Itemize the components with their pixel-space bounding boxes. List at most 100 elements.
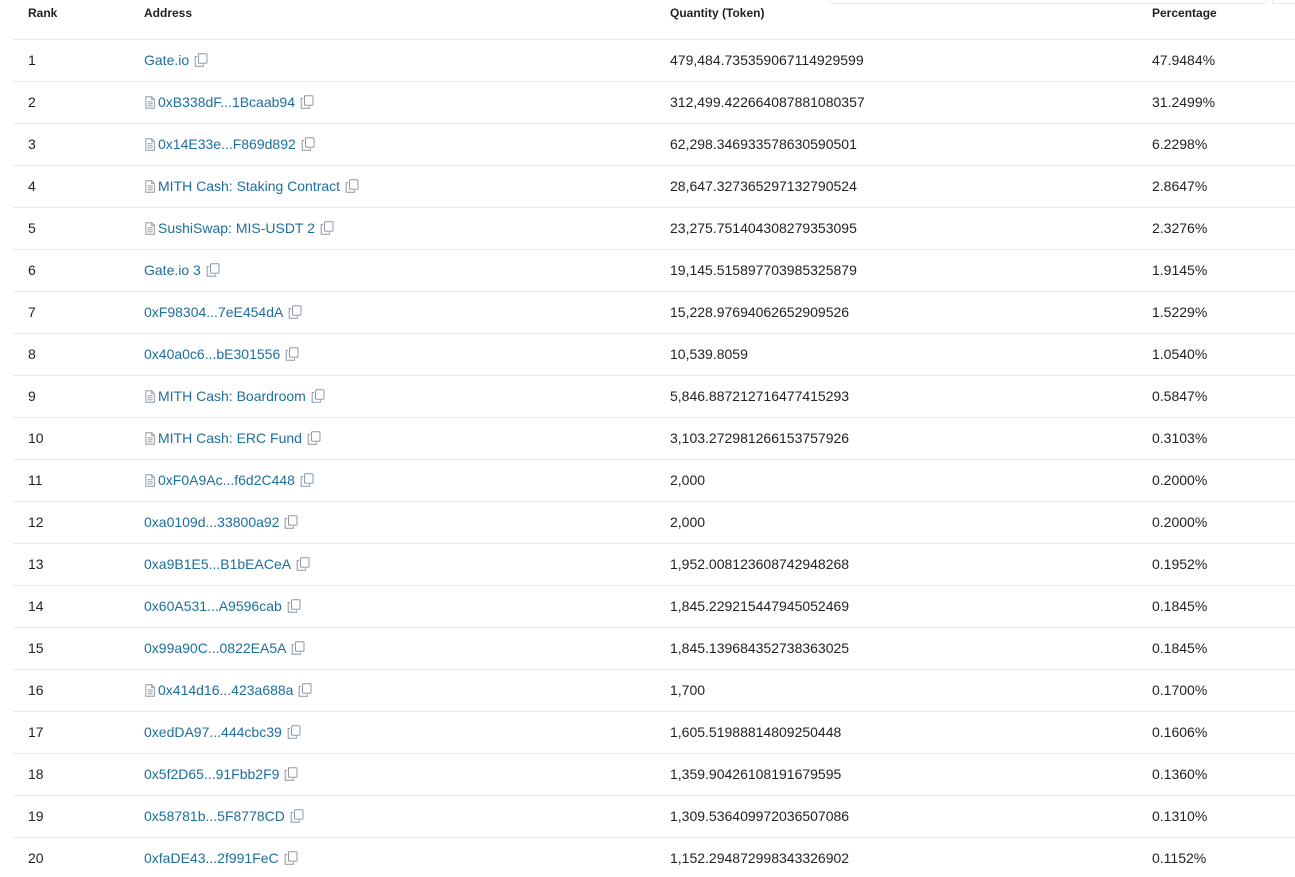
address-cell: 0xa9B1E5...B1bEACeA bbox=[144, 543, 670, 586]
token-holders-page: Rank Address Quantity (Token) Percentage… bbox=[0, 0, 1295, 877]
copy-icon[interactable] bbox=[284, 767, 298, 781]
address-link[interactable]: Gate.io bbox=[144, 52, 189, 68]
address-link[interactable]: 0x58781b...5F8778CD bbox=[144, 808, 285, 824]
contract-file-icon bbox=[144, 432, 156, 445]
address-link[interactable]: 0xF98304...7eE454dA bbox=[144, 304, 283, 320]
contract-file-icon bbox=[144, 684, 156, 697]
address-link[interactable]: 0x414d16...423a688a bbox=[158, 682, 293, 698]
quantity-cell: 15,228.97694062652909526 bbox=[670, 291, 1152, 334]
table-row: 10 MITH Cash: ERC Fund 3,103.2729812661537… bbox=[13, 417, 1295, 460]
percentage-cell: 0.1606% bbox=[1152, 711, 1295, 754]
address-link[interactable]: 0xfaDE43...2f991FeC bbox=[144, 850, 279, 866]
address-link[interactable]: 0xF0A9Ac...f6d2C448 bbox=[158, 472, 295, 488]
copy-icon[interactable] bbox=[284, 515, 298, 529]
table-row: 16 0x414d16...423a688a 1,700 0.1700% bbox=[13, 669, 1295, 712]
contract-file-icon bbox=[144, 138, 156, 151]
rank-cell: 18 bbox=[13, 753, 144, 796]
address-link[interactable]: 0xa9B1E5...B1bEACeA bbox=[144, 556, 291, 572]
quantity-cell: 1,845.229215447945052469 bbox=[670, 585, 1152, 628]
rank-cell: 6 bbox=[13, 249, 144, 292]
percentage-cell: 0.1360% bbox=[1152, 753, 1295, 796]
address-link[interactable]: MITH Cash: Boardroom bbox=[158, 388, 306, 404]
copy-icon[interactable] bbox=[287, 725, 301, 739]
copy-icon[interactable] bbox=[284, 851, 298, 865]
holders-table-body: 1 Gate.io 479,484.735359067114929599 47.948… bbox=[13, 39, 1295, 877]
address-cell: 0x40a0c6...bE301556 bbox=[144, 333, 670, 376]
address-cell: 0xa0109d...33800a92 bbox=[144, 501, 670, 544]
rank-cell: 11 bbox=[13, 459, 144, 502]
quantity-cell: 5,846.887212716477415293 bbox=[670, 375, 1152, 418]
copy-icon[interactable] bbox=[291, 641, 305, 655]
table-row: 3 0x14E33e...F869d892 62,298.3469335786305… bbox=[13, 123, 1295, 166]
address-link[interactable]: 0xa0109d...33800a92 bbox=[144, 514, 279, 530]
quantity-cell: 479,484.735359067114929599 bbox=[670, 39, 1152, 82]
quantity-cell: 312,499.422664087881080357 bbox=[670, 81, 1152, 124]
percentage-cell: 0.2000% bbox=[1152, 459, 1295, 502]
address-link[interactable]: 0xB338dF...1Bcaab94 bbox=[158, 94, 295, 110]
percentage-cell: 6.2298% bbox=[1152, 123, 1295, 166]
copy-icon[interactable] bbox=[288, 305, 302, 319]
address-link[interactable]: 0x5f2D65...91Fbb2F9 bbox=[144, 766, 279, 782]
quantity-cell: 1,152.294872998343326902 bbox=[670, 850, 850, 867]
address-link[interactable]: 0x14E33e...F869d892 bbox=[158, 136, 296, 152]
contract-file-icon bbox=[144, 222, 156, 235]
copy-icon[interactable] bbox=[206, 263, 220, 277]
address-cell: 0x60A531...A9596cab bbox=[144, 585, 670, 628]
copy-icon[interactable] bbox=[301, 137, 315, 151]
copy-icon[interactable] bbox=[285, 347, 299, 361]
percentage-cell: 1.0540% bbox=[1152, 333, 1295, 376]
quantity-cell: 1,700 bbox=[670, 669, 1152, 712]
copy-icon[interactable] bbox=[290, 809, 304, 823]
table-row: 4 MITH Cash: Staking Contract 28,647.32736… bbox=[13, 165, 1295, 208]
address-link[interactable]: 0x40a0c6...bE301556 bbox=[144, 346, 280, 362]
address-cell: 0xF0A9Ac...f6d2C448 bbox=[144, 459, 670, 502]
rank-cell: 19 bbox=[13, 795, 144, 838]
percentage-cell: 0.1845% bbox=[1152, 585, 1295, 628]
address-link[interactable]: SushiSwap: MIS-USDT 2 bbox=[158, 220, 315, 236]
address-cell: MITH Cash: Boardroom bbox=[144, 375, 670, 418]
table-row: 8 0x40a0c6...bE301556 10,539.8059 1.0540% bbox=[13, 333, 1295, 376]
percentage-cell: 0.1310% bbox=[1152, 795, 1295, 838]
copy-icon[interactable] bbox=[345, 179, 359, 193]
copy-icon[interactable] bbox=[311, 389, 325, 403]
percentage-cell: 0.5847% bbox=[1152, 375, 1295, 418]
rank-cell: 15 bbox=[13, 627, 144, 670]
address-link[interactable]: 0xedDA97...444cbc39 bbox=[144, 724, 282, 740]
copy-icon[interactable] bbox=[307, 431, 321, 445]
percentage-cell: 1.9145% bbox=[1152, 249, 1295, 292]
address-link[interactable]: MITH Cash: ERC Fund bbox=[158, 430, 302, 446]
rank-cell: 9 bbox=[13, 375, 144, 418]
table-row: 13 0xa9B1E5...B1bEACeA 1,952.0081236087429… bbox=[13, 543, 1295, 586]
address-cell: 0x5f2D65...91Fbb2F9 bbox=[144, 753, 670, 796]
contract-file-icon bbox=[144, 474, 156, 487]
address-link[interactable]: 0x99a90C...0822EA5A bbox=[144, 640, 286, 656]
address-cell: 0xF98304...7eE454dA bbox=[144, 291, 670, 334]
percentage-cell: 2.3276% bbox=[1152, 207, 1295, 250]
copy-icon[interactable] bbox=[287, 599, 301, 613]
address-link[interactable]: 0x60A531...A9596cab bbox=[144, 598, 282, 614]
quantity-cell: 1,845.139684352738363025 bbox=[670, 627, 1152, 670]
address-cell: 0x99a90C...0822EA5A bbox=[144, 627, 670, 670]
address-cell: MITH Cash: ERC Fund bbox=[144, 417, 670, 460]
copy-icon[interactable] bbox=[320, 221, 334, 235]
rank-cell: 8 bbox=[13, 333, 144, 376]
quantity-cell: 2,000 bbox=[670, 501, 1152, 544]
quantity-cell: 23,275.751404308279353095 bbox=[670, 207, 1152, 250]
copy-icon[interactable] bbox=[194, 53, 208, 67]
quantity-cell: 10,539.8059 bbox=[670, 333, 1152, 376]
contract-file-icon bbox=[144, 390, 156, 403]
rank-cell: 5 bbox=[13, 207, 144, 250]
copy-icon[interactable] bbox=[300, 95, 314, 109]
table-row: 7 0xF98304...7eE454dA 15,228.9769406265290… bbox=[13, 291, 1295, 334]
address-link[interactable]: MITH Cash: Staking Contract bbox=[158, 178, 340, 194]
copy-icon[interactable] bbox=[298, 683, 312, 697]
address-cell: 0x14E33e...F869d892 bbox=[144, 123, 670, 166]
copy-icon[interactable] bbox=[300, 473, 314, 487]
quantity-cell: 1,359.90426108191679595 bbox=[670, 753, 1152, 796]
rank-cell: 2 bbox=[13, 81, 144, 124]
rank-cell: 13 bbox=[13, 543, 144, 586]
quantity-cell: 62,298.346933578630590501 bbox=[670, 123, 1152, 166]
table-row: 2 0xB338dF...1Bcaab94 312,499.422664087881… bbox=[13, 81, 1295, 124]
address-link[interactable]: Gate.io 3 bbox=[144, 262, 201, 278]
copy-icon[interactable] bbox=[296, 557, 310, 571]
